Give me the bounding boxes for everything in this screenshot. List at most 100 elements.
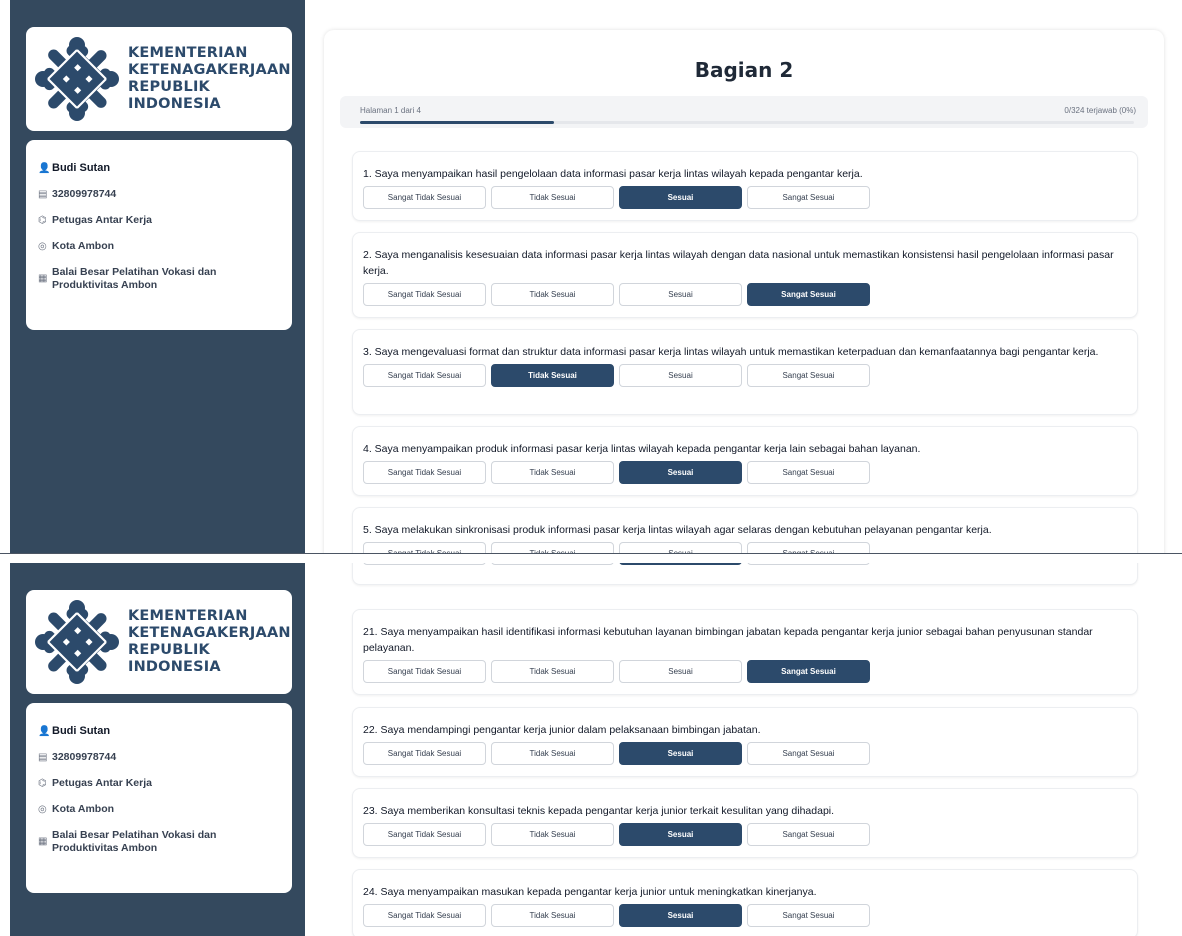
answer-option-button[interactable]: Tidak Sesuai bbox=[491, 563, 614, 565]
profile-institution: ▦ Balai Besar Pelatihan Vokasi dan Produk… bbox=[38, 266, 217, 291]
answer-option-button[interactable]: Tidak Sesuai bbox=[491, 283, 614, 306]
answer-option-button[interactable]: Sangat Sesuai bbox=[747, 186, 870, 209]
answer-option-button[interactable]: Sesuai bbox=[619, 461, 742, 484]
answer-options: Sangat Tidak SesuaiTidak SesuaiSesuaiSan… bbox=[363, 186, 1127, 209]
answer-option-button[interactable]: Sangat Sesuai bbox=[747, 461, 870, 484]
answer-option-button[interactable]: Sangat Sesuai bbox=[747, 742, 870, 765]
question-text: 23. Saya memberikan konsultasi teknis ke… bbox=[363, 805, 835, 817]
page-title: Bagian 2 bbox=[694, 58, 794, 82]
profile-id: ▤ 32809978744 bbox=[38, 188, 117, 200]
question-card: 1. Saya menyampaikan hasil pengelolaan d… bbox=[352, 151, 1138, 221]
question-card: 21. Saya menyampaikan hasil identifikasi… bbox=[352, 609, 1138, 695]
answer-options: Sangat Tidak SesuaiTidak SesuaiSesuaiSan… bbox=[363, 283, 1127, 306]
answer-option-button[interactable]: Sangat Tidak Sesuai bbox=[363, 186, 486, 209]
answer-option-button[interactable]: Sangat Tidak Sesuai bbox=[363, 461, 486, 484]
question-text: 4. Saya menyampaikan produk informasi pa… bbox=[363, 443, 921, 455]
user-icon: 👤 bbox=[38, 726, 51, 737]
answer-option-button[interactable]: Sangat Tidak Sesuai bbox=[363, 904, 486, 927]
location-pin-icon: ◎ bbox=[38, 804, 47, 815]
answer-option-button[interactable]: Tidak Sesuai bbox=[491, 542, 614, 553]
answer-option-button[interactable]: Sangat Tidak Sesuai bbox=[363, 563, 486, 565]
question-text: 24. Saya menyampaikan masukan kepada pen… bbox=[363, 886, 817, 898]
answer-option-button[interactable]: Sangat Tidak Sesuai bbox=[363, 823, 486, 846]
answer-options: Sangat Tidak SesuaiTidak SesuaiSesuaiSan… bbox=[363, 823, 1127, 846]
answer-option-button[interactable]: Tidak Sesuai bbox=[491, 364, 614, 387]
question-card: 24. Saya menyampaikan masukan kepada pen… bbox=[352, 869, 1138, 936]
profile-institution: ▦ Balai Besar Pelatihan Vokasi dan Produk… bbox=[38, 829, 217, 854]
screenshot-bottom: KEMENTERIAN KETENAGAKERJAAN REPUBLIK IND… bbox=[0, 563, 1182, 936]
progress-bar-fill bbox=[360, 121, 554, 124]
profile-role: ⌬ Petugas Antar Kerja bbox=[38, 214, 152, 226]
answer-option-button[interactable]: Sangat Sesuai bbox=[747, 542, 870, 553]
answer-option-button[interactable]: Tidak Sesuai bbox=[491, 742, 614, 765]
ministry-name: KEMENTERIAN KETENAGAKERJAAN REPUBLIK IND… bbox=[128, 45, 291, 112]
answer-options: Sangat Tidak SesuaiTidak SesuaiSesuaiSan… bbox=[363, 904, 1127, 927]
profile-card: 👤 Budi Sutan ▤ 32809978744 ⌬ Petugas Antar … bbox=[26, 703, 292, 893]
profile-city: ◎ Kota Ambon bbox=[38, 803, 115, 815]
question-card: 5. Saya melakukan sinkronisasi produk in… bbox=[352, 507, 1138, 553]
building-icon: ▦ bbox=[38, 836, 48, 847]
answer-option-button[interactable]: Sangat Tidak Sesuai bbox=[363, 364, 486, 387]
question-card: 4. Saya menyampaikan produk informasi pa… bbox=[352, 426, 1138, 496]
sidebar: KEMENTERIAN KETENAGAKERJAAN REPUBLIK IND… bbox=[10, 0, 305, 553]
profile-name: 👤 Budi Sutan bbox=[38, 725, 111, 737]
answer-options: Sangat Tidak SesuaiTidak SesuaiSesuaiSan… bbox=[363, 364, 1127, 387]
question-text: 5. Saya melakukan sinkronisasi produk in… bbox=[363, 524, 992, 536]
answer-option-button[interactable]: Sesuai bbox=[619, 563, 742, 565]
ministry-name: KEMENTERIAN KETENAGAKERJAAN REPUBLIK IND… bbox=[128, 608, 291, 675]
profile-name: 👤 Budi Sutan bbox=[38, 162, 111, 174]
answer-options: Sangat Tidak Sesuai Tidak Sesuai Sesuai San… bbox=[363, 542, 1127, 553]
answer-options: Sangat Tidak SesuaiTidak SesuaiSesuaiSan… bbox=[363, 742, 1127, 765]
logo-card: KEMENTERIAN KETENAGAKERJAAN REPUBLIK IND… bbox=[26, 590, 292, 694]
answer-option-button[interactable]: Sangat Tidak Sesuai bbox=[363, 283, 486, 306]
answered-count: 0/324 terjawab (0%) bbox=[1064, 106, 1136, 115]
answer-option-button[interactable]: Sangat Tidak Sesuai bbox=[363, 542, 486, 553]
question-text: 2. Saya menganalisis kesesuaian data inf… bbox=[363, 249, 1114, 277]
briefcase-icon: ⌬ bbox=[38, 215, 47, 226]
answer-option-button[interactable]: Sesuai bbox=[619, 660, 742, 683]
answer-options: Sangat Tidak Sesuai Tidak Sesuai Sesuai San… bbox=[363, 563, 1127, 565]
answer-option-button[interactable]: Tidak Sesuai bbox=[491, 904, 614, 927]
question-card: 2. Saya menganalisis kesesuaian data inf… bbox=[352, 232, 1138, 318]
answer-option-button[interactable]: Sangat Sesuai bbox=[747, 283, 870, 306]
id-card-icon: ▤ bbox=[38, 752, 48, 763]
answer-option-button[interactable]: Sesuai bbox=[619, 904, 742, 927]
answer-option-button[interactable]: Sesuai bbox=[619, 186, 742, 209]
profile-city: ◎ Kota Ambon bbox=[38, 240, 115, 252]
answer-option-button[interactable]: Sangat Tidak Sesuai bbox=[363, 742, 486, 765]
id-card-icon: ▤ bbox=[38, 189, 48, 200]
question-card: 23. Saya memberikan konsultasi teknis ke… bbox=[352, 788, 1138, 858]
ministry-logo-icon bbox=[35, 600, 119, 684]
profile-card: 👤 Budi Sutan ▤ 32809978744 ⌬ Petugas Antar … bbox=[26, 140, 292, 330]
location-pin-icon: ◎ bbox=[38, 241, 47, 252]
answer-option-button[interactable]: Sesuai bbox=[619, 742, 742, 765]
answer-option-button[interactable]: Tidak Sesuai bbox=[491, 823, 614, 846]
answer-option-button[interactable]: Sangat Sesuai bbox=[747, 563, 870, 565]
answer-option-button[interactable]: Sangat Tidak Sesuai bbox=[363, 660, 486, 683]
question-card: 22. Saya mendampingi pengantar kerja jun… bbox=[352, 707, 1138, 777]
user-icon: 👤 bbox=[38, 163, 51, 174]
profile-id: ▤ 32809978744 bbox=[38, 751, 117, 763]
answer-options: Sangat Tidak SesuaiTidak SesuaiSesuaiSan… bbox=[363, 461, 1127, 484]
answer-option-button[interactable]: Sangat Sesuai bbox=[747, 904, 870, 927]
question-card: Sangat Tidak Sesuai Tidak Sesuai Sesuai San… bbox=[352, 563, 1138, 585]
answer-options: Sangat Tidak SesuaiTidak SesuaiSesuaiSan… bbox=[363, 660, 1127, 683]
answer-option-button[interactable]: Sesuai bbox=[619, 283, 742, 306]
profile-role: ⌬ Petugas Antar Kerja bbox=[38, 777, 152, 789]
answer-option-button[interactable]: Sesuai bbox=[619, 823, 742, 846]
answer-option-button[interactable]: Sangat Sesuai bbox=[747, 823, 870, 846]
answer-option-button[interactable]: Sesuai bbox=[619, 364, 742, 387]
question-card: 3. Saya mengevaluasi format dan struktur… bbox=[352, 329, 1138, 415]
screenshot-top: KEMENTERIAN KETENAGAKERJAAN REPUBLIK IND… bbox=[0, 0, 1182, 553]
question-text: 21. Saya menyampaikan hasil identifikasi… bbox=[363, 626, 1093, 654]
answer-option-button[interactable]: Tidak Sesuai bbox=[491, 461, 614, 484]
answer-option-button[interactable]: Sesuai bbox=[619, 542, 742, 553]
answer-option-button[interactable]: Sangat Sesuai bbox=[747, 660, 870, 683]
answer-option-button[interactable]: Sangat Sesuai bbox=[747, 364, 870, 387]
progress-panel: Halaman 1 dari 4 0/324 terjawab (0%) bbox=[340, 96, 1148, 128]
answer-option-button[interactable]: Tidak Sesuai bbox=[491, 186, 614, 209]
page-indicator: Halaman 1 dari 4 bbox=[360, 106, 421, 115]
progress-bar bbox=[360, 121, 1134, 124]
briefcase-icon: ⌬ bbox=[38, 778, 47, 789]
answer-option-button[interactable]: Tidak Sesuai bbox=[491, 660, 614, 683]
